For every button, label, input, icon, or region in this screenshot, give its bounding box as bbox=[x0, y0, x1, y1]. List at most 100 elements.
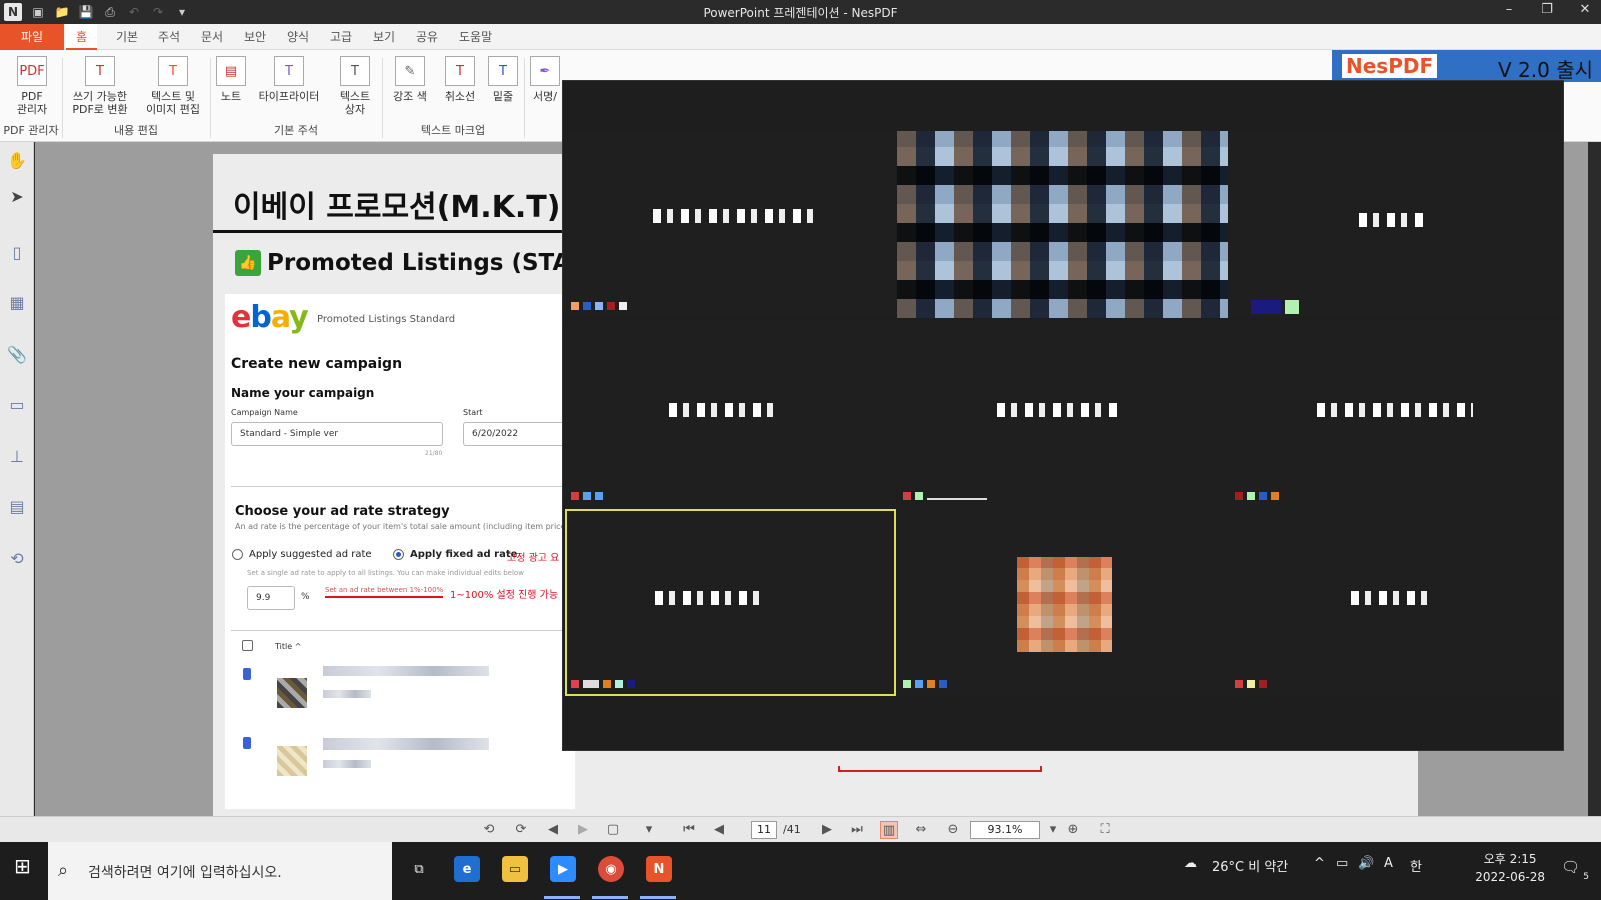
tab-form[interactable]: 양식 bbox=[277, 24, 319, 50]
full-screen-icon[interactable]: ⛶ bbox=[1096, 821, 1114, 839]
rotate-right-icon[interactable]: ⟳ bbox=[512, 821, 530, 839]
zoom-in-icon[interactable]: ⊕ bbox=[1064, 821, 1082, 839]
back-icon[interactable]: ◀ bbox=[544, 821, 562, 839]
zoom-level-field[interactable]: 93.1% bbox=[970, 821, 1040, 839]
attachment-icon[interactable]: 📎 bbox=[5, 342, 29, 366]
weather-text[interactable]: 26°C 비 약간 bbox=[1212, 856, 1288, 875]
participant-tile-active-speaker[interactable] bbox=[565, 509, 896, 696]
rate-range-hint: Set an ad rate between 1%-100% bbox=[325, 586, 444, 594]
group-pdf-manager: PDF 관리자 bbox=[3, 124, 59, 137]
tab-advanced[interactable]: 고급 bbox=[320, 24, 362, 50]
chrome-icon[interactable]: ◉ bbox=[598, 856, 624, 882]
file-explorer-icon[interactable]: ▭ bbox=[502, 856, 528, 882]
prev-page-icon[interactable]: ◀ bbox=[710, 821, 728, 839]
restore-button[interactable]: ❐ bbox=[1537, 2, 1557, 17]
participant-tile[interactable] bbox=[897, 509, 1228, 696]
ime-language[interactable]: 한 bbox=[1410, 856, 1422, 875]
form-fields-icon[interactable]: ▤ bbox=[5, 494, 29, 518]
volume-icon[interactable]: 🔊 bbox=[1358, 856, 1374, 871]
participant-tile[interactable] bbox=[565, 131, 896, 318]
forward-icon[interactable]: ▶ bbox=[574, 821, 592, 839]
first-page-icon[interactable]: ⏮ bbox=[680, 821, 698, 839]
zoom-running-indicator bbox=[544, 896, 580, 899]
bookmark-icon[interactable]: ▯ bbox=[5, 240, 29, 264]
textbox-button[interactable]: T 텍스트 상자 bbox=[334, 56, 376, 116]
rotate-left-icon[interactable]: ⟲ bbox=[480, 821, 498, 839]
participant-label-redacted bbox=[903, 678, 947, 690]
nespdf-taskbar-icon[interactable]: N bbox=[646, 856, 672, 882]
participant-video-redacted bbox=[1017, 557, 1112, 652]
zoom-dropdown-icon[interactable]: ▾ bbox=[1044, 821, 1062, 839]
sign-button[interactable]: ✒ 서명/ bbox=[530, 56, 560, 103]
page-number-input[interactable]: 11 bbox=[751, 821, 777, 839]
thumbnails-icon[interactable]: ▦ bbox=[5, 290, 29, 314]
task-view-icon[interactable]: ⧉ bbox=[406, 856, 432, 882]
select-tool-icon[interactable]: ➤ bbox=[5, 184, 29, 208]
taskbar-search[interactable]: ⌕ 검색하려면 여기에 입력하십시오. bbox=[48, 842, 392, 900]
tab-help[interactable]: 도움말 bbox=[449, 24, 502, 50]
notification-center-icon[interactable]: 🗨 5 bbox=[1561, 858, 1589, 882]
tab-security[interactable]: 보안 bbox=[234, 24, 276, 50]
stamp-icon[interactable]: ⊥ bbox=[5, 444, 29, 468]
windows-taskbar: ⊞ ⌕ 검색하려면 여기에 입력하십시오. ⧉ e ▭ ▶ ◉ N ☁ 26°C… bbox=[0, 842, 1601, 900]
nespdf-promo-banner[interactable]: NesPDF V 2.0 출시 bbox=[1332, 50, 1601, 82]
history-icon[interactable]: ⟲ bbox=[5, 546, 29, 570]
zoom-out-icon[interactable]: ⊖ bbox=[944, 821, 962, 839]
textbox-label: 텍스트 상자 bbox=[339, 90, 371, 116]
nespdf-logo: NesPDF bbox=[1342, 54, 1438, 78]
windows-start-icon[interactable]: ⊞ bbox=[14, 854, 36, 878]
participant-tile[interactable] bbox=[1229, 131, 1560, 318]
page-layout-dropdown-icon[interactable]: ▾ bbox=[640, 821, 658, 839]
pdf-manager-button[interactable]: PDF PDF 관리자 bbox=[8, 56, 56, 116]
typewriter-button[interactable]: T 타이프라이터 bbox=[254, 56, 324, 103]
participant-name-redacted bbox=[1317, 403, 1473, 417]
note-button[interactable]: ▤ 노트 bbox=[215, 56, 247, 103]
weather-icon[interactable]: ☁ bbox=[1184, 856, 1197, 871]
group-text-markup: 텍스트 마크업 bbox=[420, 124, 486, 137]
highlight-icon: ✎ bbox=[395, 56, 425, 86]
system-clock[interactable]: 오후 2:15 2022-06-28 bbox=[1475, 850, 1545, 886]
show-hidden-icons-chevron-icon[interactable]: ^ bbox=[1314, 856, 1325, 871]
network-icon[interactable]: ▭ bbox=[1336, 856, 1348, 871]
participant-tile[interactable] bbox=[565, 321, 896, 508]
fixed-rate-korean-note: 고정 광고 요 bbox=[507, 553, 560, 564]
page-layout-icon[interactable]: ▢ bbox=[604, 821, 622, 839]
search-icon: ⌕ bbox=[58, 860, 69, 881]
underline-button[interactable]: T 밑줄 bbox=[486, 56, 520, 103]
create-campaign-heading: Create new campaign bbox=[231, 356, 403, 372]
participant-tile[interactable] bbox=[897, 131, 1228, 318]
percent-sign: % bbox=[301, 592, 310, 602]
internet-explorer-icon[interactable]: e bbox=[454, 856, 480, 882]
hand-tool-icon[interactable]: ✋ bbox=[5, 148, 29, 172]
participant-tile[interactable] bbox=[897, 321, 1228, 508]
video-call-window[interactable] bbox=[562, 80, 1564, 751]
underline-label: 밑줄 bbox=[492, 90, 514, 103]
next-page-icon[interactable]: ▶ bbox=[818, 821, 836, 839]
strikeout-button[interactable]: T 취소선 bbox=[438, 56, 482, 103]
tab-home[interactable]: 홈 bbox=[66, 24, 98, 50]
fit-width-icon[interactable]: ⇔ bbox=[912, 821, 930, 839]
close-button[interactable]: ✕ bbox=[1575, 2, 1595, 17]
zoom-app-icon[interactable]: ▶ bbox=[550, 856, 576, 882]
minimize-button[interactable]: – bbox=[1499, 2, 1519, 17]
pdf-manager-label: PDF 관리자 bbox=[16, 90, 48, 116]
tab-annotation[interactable]: 주석 bbox=[148, 24, 190, 50]
tab-file[interactable]: 파일 bbox=[0, 24, 64, 50]
participant-name-redacted bbox=[653, 209, 813, 223]
comments-icon[interactable]: ▭ bbox=[5, 392, 29, 416]
window-title: PowerPoint 프레젠테이션 - NesPDF bbox=[703, 6, 898, 20]
tab-share[interactable]: 공유 bbox=[406, 24, 448, 50]
tab-basic[interactable]: 기본 bbox=[106, 24, 148, 50]
fit-page-icon[interactable]: ▥ bbox=[880, 821, 898, 839]
participant-tile[interactable] bbox=[1229, 509, 1560, 696]
last-page-icon[interactable]: ⏭ bbox=[848, 821, 866, 839]
participant-tile[interactable] bbox=[1229, 321, 1560, 508]
typewriter-icon: T bbox=[274, 56, 304, 86]
writable-pdf-button[interactable]: T 쓰기 가능한 PDF로 변환 bbox=[68, 56, 132, 116]
tab-document[interactable]: 문서 bbox=[191, 24, 233, 50]
tab-view[interactable]: 보기 bbox=[363, 24, 405, 50]
ime-mode[interactable]: A bbox=[1384, 856, 1393, 871]
highlight-button[interactable]: ✎ 강조 색 bbox=[388, 56, 432, 103]
participant-label-redacted bbox=[571, 678, 635, 690]
text-image-edit-button[interactable]: T 텍스트 및 이미지 편집 bbox=[140, 56, 206, 116]
